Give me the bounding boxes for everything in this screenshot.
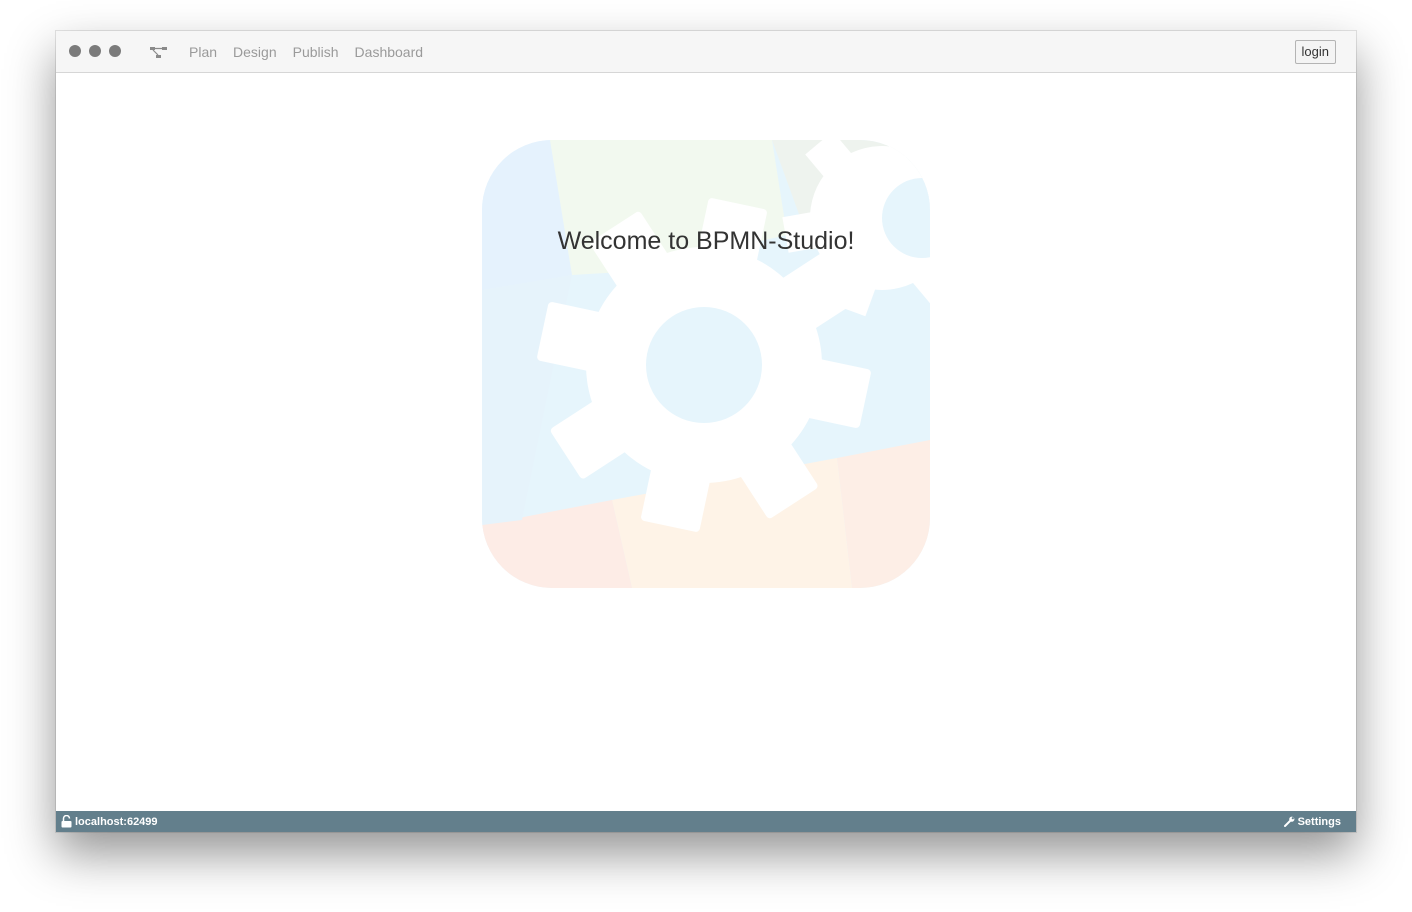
nav-publish[interactable]: Publish: [293, 44, 339, 60]
close-window-button[interactable]: [69, 45, 81, 57]
nav-design[interactable]: Design: [233, 44, 277, 60]
app-window: Plan Design Publish Dashboard login Welc…: [56, 31, 1356, 832]
minimize-window-button[interactable]: [89, 45, 101, 57]
connection-status[interactable]: localhost:62499: [61, 811, 158, 832]
unlock-icon: [61, 815, 72, 828]
wrench-icon: [1283, 816, 1294, 827]
titlebar: Plan Design Publish Dashboard login: [56, 31, 1356, 73]
main-content: Welcome to BPMN-Studio!: [56, 73, 1356, 811]
statusbar: localhost:62499 Settings: [56, 811, 1356, 832]
process-tree-icon[interactable]: [149, 45, 169, 61]
nav-dashboard[interactable]: Dashboard: [355, 44, 424, 60]
nav-plan[interactable]: Plan: [189, 44, 217, 60]
bpmn-studio-logo-icon: [482, 140, 930, 588]
server-host-label: localhost:62499: [75, 815, 158, 828]
maximize-window-button[interactable]: [109, 45, 121, 57]
main-nav: Plan Design Publish Dashboard: [181, 31, 431, 72]
login-button[interactable]: login: [1294, 40, 1336, 64]
settings-button[interactable]: Settings: [1283, 811, 1341, 832]
welcome-heading: Welcome to BPMN-Studio!: [557, 227, 855, 255]
settings-label: Settings: [1297, 815, 1341, 828]
